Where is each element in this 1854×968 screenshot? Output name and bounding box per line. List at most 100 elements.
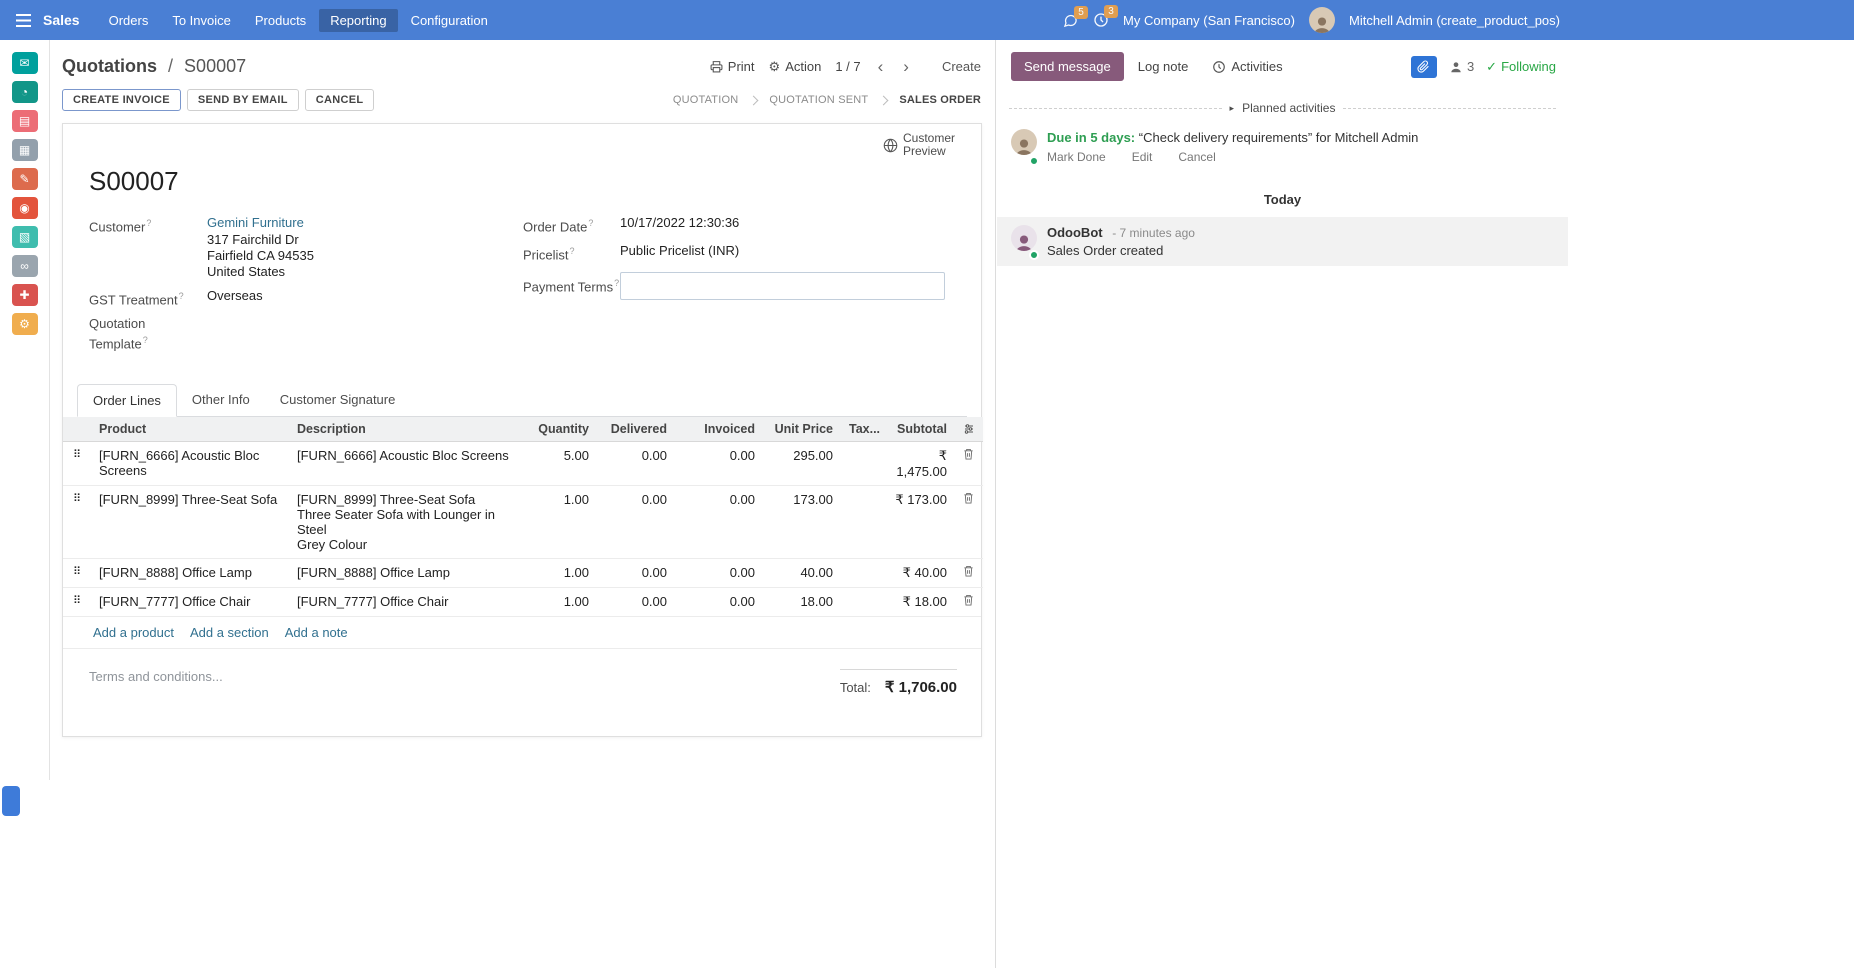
product-cell[interactable]: [FURN_8888] Office Lamp [91, 558, 289, 587]
pager-count[interactable]: 1 / 7 [835, 59, 860, 74]
breadcrumb-quotations[interactable]: Quotations [62, 56, 157, 76]
invoiced-cell[interactable]: 0.00 [675, 587, 763, 616]
send-message-button[interactable]: Send message [1011, 52, 1124, 81]
add-a-section-link[interactable]: Add a section [190, 625, 269, 640]
invoiced-cell[interactable]: 0.00 [675, 558, 763, 587]
apps-menu-icon[interactable] [10, 14, 37, 27]
drag-handle-icon[interactable]: ⠿ [63, 558, 91, 587]
add-a-product-link[interactable]: Add a product [93, 625, 174, 640]
tab-other-info[interactable]: Other Info [177, 384, 265, 417]
order-date-value[interactable]: 10/17/2022 12:30:36 [620, 215, 739, 235]
description-cell[interactable]: [FURN_8999] Three-Seat Sofa Three Seater… [289, 485, 529, 558]
terms-placeholder[interactable]: Terms and conditions... [89, 669, 223, 684]
discuss-icon[interactable]: ✉ [12, 52, 38, 74]
dashboards-icon[interactable]: ◔ [12, 81, 38, 103]
description-cell[interactable]: [FURN_6666] Acoustic Bloc Screens [289, 441, 529, 485]
description-cell[interactable]: [FURN_7777] Office Chair [289, 587, 529, 616]
customer-link[interactable]: Gemini Furniture [207, 215, 304, 230]
unit-price-cell[interactable]: 18.00 [763, 587, 841, 616]
create-invoice-button[interactable]: CREATE INVOICE [62, 89, 181, 111]
menu-orders[interactable]: Orders [98, 9, 160, 32]
delete-line-button[interactable] [955, 441, 983, 485]
add-a-note-link[interactable]: Add a note [285, 625, 348, 640]
activities-clock-icon[interactable]: 3 [1093, 12, 1109, 28]
gst-treatment-value[interactable]: Overseas [207, 288, 263, 308]
company-switcher[interactable]: My Company (San Francisco) [1123, 13, 1295, 28]
quantity-cell[interactable]: 5.00 [529, 441, 597, 485]
product-cell[interactable]: [FURN_8999] Three-Seat Sofa [91, 485, 289, 558]
unit-price-cell[interactable]: 40.00 [763, 558, 841, 587]
invoiced-cell[interactable]: 0.00 [675, 441, 763, 485]
drag-handle-icon[interactable]: ⠿ [63, 485, 91, 558]
taxes-cell[interactable] [841, 587, 877, 616]
app-name[interactable]: Sales [43, 12, 80, 28]
menu-reporting[interactable]: Reporting [319, 9, 397, 32]
delivered-cell[interactable]: 0.00 [597, 441, 675, 485]
user-avatar[interactable] [1309, 7, 1335, 33]
header-buttons: CREATE INVOICE SEND BY EMAIL CANCEL [62, 89, 374, 111]
description-cell[interactable]: [FURN_8888] Office Lamp [289, 558, 529, 587]
delivered-cell[interactable]: 0.00 [597, 558, 675, 587]
customer-address: 317 Fairchild Dr Fairfield CA 94535 Unit… [207, 232, 314, 280]
print-button[interactable]: Print [710, 59, 755, 74]
settings-icon[interactable]: ⚙ [12, 313, 38, 335]
unit-price-cell[interactable]: 295.00 [763, 441, 841, 485]
invoiced-cell[interactable]: 0.00 [675, 485, 763, 558]
cancel-activity-link[interactable]: Cancel [1178, 150, 1215, 164]
attachments-button[interactable] [1411, 56, 1437, 78]
accounting-icon[interactable]: ▦ [12, 139, 38, 161]
pricelist-value[interactable]: Public Pricelist (INR) [620, 243, 739, 263]
sidebar-bottom-tab[interactable] [2, 786, 20, 816]
messages-icon[interactable]: 5 [1062, 13, 1079, 28]
taxes-cell[interactable] [841, 558, 877, 587]
product-cell[interactable]: [FURN_7777] Office Chair [91, 587, 289, 616]
quantity-cell[interactable]: 1.00 [529, 558, 597, 587]
activities-button[interactable]: Activities [1202, 53, 1292, 80]
quantity-cell[interactable]: 1.00 [529, 485, 597, 558]
cancel-button[interactable]: CANCEL [305, 89, 375, 111]
edit-activity-link[interactable]: Edit [1132, 150, 1153, 164]
tools-icon[interactable]: ✚ [12, 284, 38, 306]
notes-icon[interactable]: ✎ [12, 168, 38, 190]
optional-columns-icon[interactable] [963, 423, 975, 435]
line-add-links: Add a product Add a section Add a note [63, 616, 981, 649]
drag-handle-icon[interactable]: ⠿ [63, 441, 91, 485]
pager-previous-button[interactable]: ‹ [875, 58, 887, 75]
delivered-cell[interactable]: 0.00 [597, 587, 675, 616]
menu-to-invoice[interactable]: To Invoice [161, 9, 242, 32]
action-button[interactable]: ⚙ Action [769, 59, 822, 75]
create-button[interactable]: Create [942, 59, 981, 74]
delivered-cell[interactable]: 0.00 [597, 485, 675, 558]
delete-line-button[interactable] [955, 485, 983, 558]
log-note-button[interactable]: Log note [1128, 53, 1199, 80]
payment-terms-input[interactable] [620, 272, 945, 300]
followers-button[interactable]: 3 [1449, 59, 1474, 74]
drag-handle-icon[interactable]: ⠿ [63, 587, 91, 616]
unit-price-cell[interactable]: 173.00 [763, 485, 841, 558]
tab-order-lines[interactable]: Order Lines [77, 384, 177, 417]
menu-configuration[interactable]: Configuration [400, 9, 499, 32]
taxes-cell[interactable] [841, 485, 877, 558]
delete-line-button[interactable] [955, 587, 983, 616]
link-icon[interactable]: ∞ [12, 255, 38, 277]
inventory-icon[interactable]: ▧ [12, 226, 38, 248]
quantity-cell[interactable]: 1.00 [529, 587, 597, 616]
product-cell[interactable]: [FURN_6666] Acoustic Bloc Screens [91, 441, 289, 485]
status-quotation-sent[interactable]: QUOTATION SENT [769, 94, 868, 106]
customer-preview-link[interactable]: Customer Preview [883, 132, 971, 158]
delete-line-button[interactable] [955, 558, 983, 587]
total-value: ₹ 1,706.00 [885, 678, 957, 696]
taxes-cell[interactable] [841, 441, 877, 485]
user-menu[interactable]: Mitchell Admin (create_product_pos) [1349, 13, 1560, 28]
tab-customer-signature[interactable]: Customer Signature [265, 384, 411, 417]
activity-actions: Mark Done Edit Cancel [1047, 150, 1418, 164]
mark-done-link[interactable]: Mark Done [1047, 150, 1106, 164]
point-of-sale-icon[interactable]: ▤ [12, 110, 38, 132]
status-sales-order[interactable]: SALES ORDER [899, 94, 981, 106]
website-icon[interactable]: ◉ [12, 197, 38, 219]
following-button[interactable]: ✓ Following [1486, 59, 1556, 75]
pager-next-button[interactable]: › [900, 58, 912, 75]
send-by-email-button[interactable]: SEND BY EMAIL [187, 89, 299, 111]
status-quotation[interactable]: QUOTATION [673, 94, 739, 106]
menu-products[interactable]: Products [244, 9, 317, 32]
